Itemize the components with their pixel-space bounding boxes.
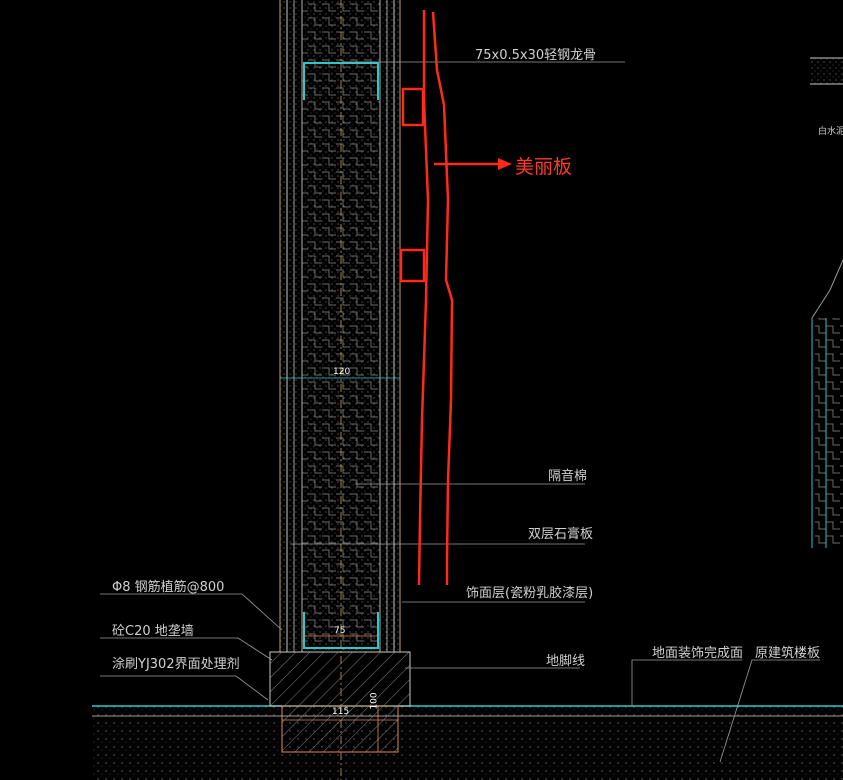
- dim-label-100: 100: [369, 692, 380, 710]
- dim-label-115: 115: [332, 707, 350, 717]
- dim-label-75: 75: [334, 626, 346, 636]
- label-original-slab: 原建筑楼板: [755, 646, 821, 661]
- label-coating: 涂刷YJ302界面处理剂: [112, 657, 240, 672]
- label-right-note: 白水泥砖: [818, 127, 843, 137]
- label-meili-board: 美丽板: [515, 156, 573, 178]
- label-finish-layer: 饰面层(瓷粉乳胶漆层): [466, 586, 594, 601]
- label-rebar: Φ8 钢筋植筋@800: [112, 580, 225, 595]
- label-concrete-wall: 砼C20 地垄墙: [112, 624, 194, 639]
- red-markup: [399, 10, 512, 586]
- floor-slab: [92, 705, 843, 780]
- label-sound-wool: 隔音棉: [548, 469, 588, 484]
- concrete-base: [269, 651, 411, 753]
- label-floor-finish: 地面装饰完成面: [652, 646, 744, 661]
- label-gypsum-board: 双层石膏板: [528, 527, 594, 542]
- label-skirting: 地脚线: [546, 654, 586, 669]
- dim-label-120: 120: [333, 367, 351, 377]
- label-steel-stud: 75x0.5x30轻钢龙骨: [475, 48, 597, 63]
